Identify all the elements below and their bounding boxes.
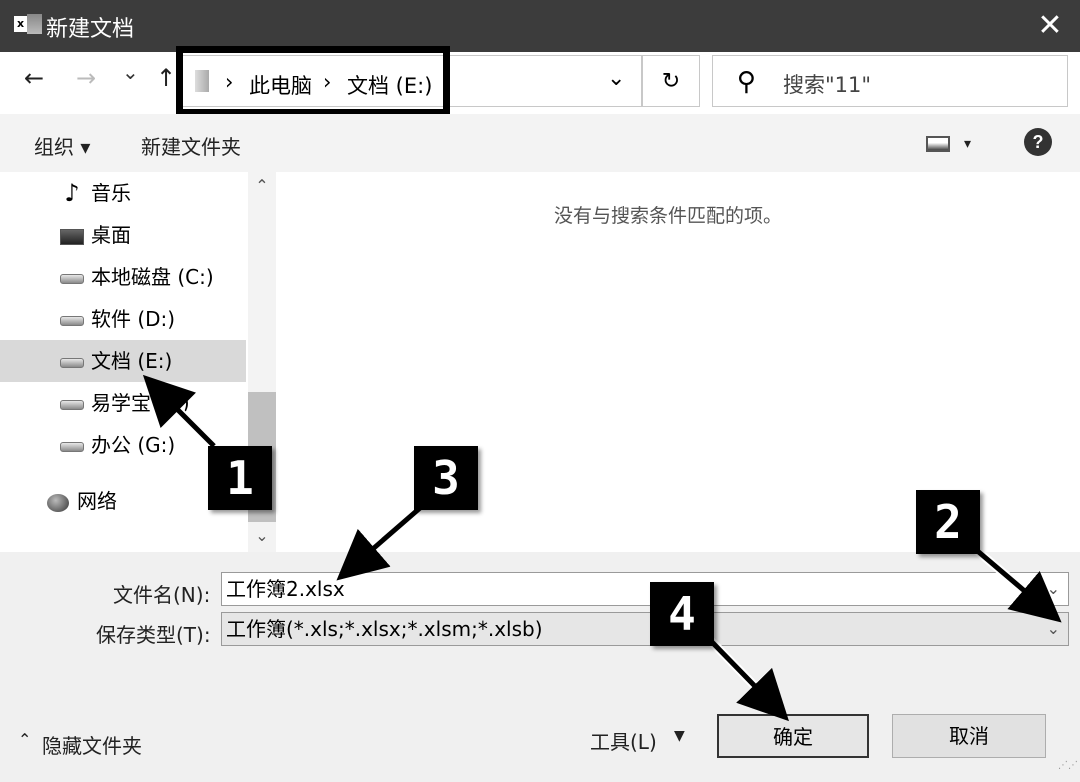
excel-icon: x — [14, 14, 42, 38]
view-dropdown[interactable]: ▾ — [964, 136, 971, 152]
filename-input[interactable]: 工作簿2.xlsx — [226, 577, 345, 601]
ok-button[interactable]: 确定 — [717, 714, 869, 758]
search-input[interactable]: 搜索"11" — [783, 69, 871, 99]
drive-icon — [60, 340, 84, 382]
refresh-button[interactable]: ↻ — [642, 55, 700, 107]
recent-locations-button[interactable]: ⌄ — [122, 60, 139, 84]
sidebar-item-music[interactable]: ♪ 音乐 — [0, 172, 246, 214]
drive-icon — [60, 382, 84, 424]
scroll-up-arrow[interactable]: ⌃ — [248, 176, 276, 196]
search-box[interactable]: ⚲ 搜索"11" — [712, 55, 1068, 107]
sidebar-item-drive-f[interactable]: 易学宝 (F:) — [0, 382, 246, 424]
help-button[interactable]: ? — [1024, 128, 1052, 156]
chevron-down-icon[interactable]: ⌄ — [1047, 573, 1060, 605]
chevron-up-icon[interactable]: ⌃ — [18, 730, 31, 749]
close-button[interactable]: ✕ — [1030, 6, 1070, 46]
title-bar: x 新建文档 ✕ — [0, 0, 1080, 52]
drive-icon — [60, 298, 84, 340]
sidebar-item-drive-c[interactable]: 本地磁盘 (C:) — [0, 256, 246, 298]
tools-menu[interactable]: 工具(L) — [590, 726, 657, 755]
callout-badge-1: 1 — [208, 446, 272, 510]
address-highlight-box — [176, 46, 450, 116]
forward-button[interactable]: → — [76, 64, 96, 92]
command-toolbar: 组织 ▾ 新建文件夹 ▾ — [0, 114, 1080, 172]
sidebar-item-desktop[interactable]: 桌面 — [0, 214, 246, 256]
search-icon: ⚲ — [737, 66, 757, 96]
scroll-down-arrow[interactable]: ⌄ — [248, 526, 276, 546]
filetype-label: 保存类型(T): — [96, 623, 211, 647]
hide-folders-button[interactable]: 隐藏文件夹 — [42, 730, 142, 759]
filename-label: 文件名(N): — [113, 583, 211, 607]
callout-badge-2: 2 — [916, 490, 980, 554]
callout-badge-3: 3 — [414, 446, 478, 510]
callout-badge-4: 4 — [650, 582, 714, 646]
view-icon[interactable] — [926, 136, 950, 152]
drive-icon — [60, 424, 84, 466]
up-button[interactable]: ↑ — [156, 64, 176, 92]
chevron-down-icon[interactable]: ⌄ — [1047, 613, 1060, 645]
organize-menu[interactable]: 组织 ▾ — [34, 131, 90, 160]
music-icon: ♪ — [64, 179, 80, 207]
system-drive-icon — [60, 256, 84, 298]
tools-dropdown-icon[interactable]: ▼ — [674, 728, 685, 744]
new-folder-button[interactable]: 新建文件夹 — [141, 131, 241, 160]
cancel-button[interactable]: 取消 — [892, 714, 1046, 758]
window-title: 新建文档 — [46, 17, 135, 42]
empty-results-message: 没有与搜索条件匹配的项。 — [554, 205, 783, 227]
address-dropdown-button[interactable]: ⌄ — [607, 66, 625, 91]
resize-grip-icon[interactable]: ⋰⋰ — [1058, 760, 1078, 771]
network-icon — [46, 480, 70, 522]
filename-field[interactable]: 工作簿2.xlsx ⌄ — [221, 572, 1069, 606]
sidebar-item-drive-d[interactable]: 软件 (D:) — [0, 298, 246, 340]
filetype-select[interactable]: 工作簿(*.xls;*.xlsx;*.xlsm;*.xlsb) ⌄ — [221, 612, 1069, 646]
sidebar-item-drive-e[interactable]: 文档 (E:) — [0, 340, 246, 382]
desktop-icon — [60, 214, 84, 256]
back-button[interactable]: ← — [24, 64, 44, 92]
